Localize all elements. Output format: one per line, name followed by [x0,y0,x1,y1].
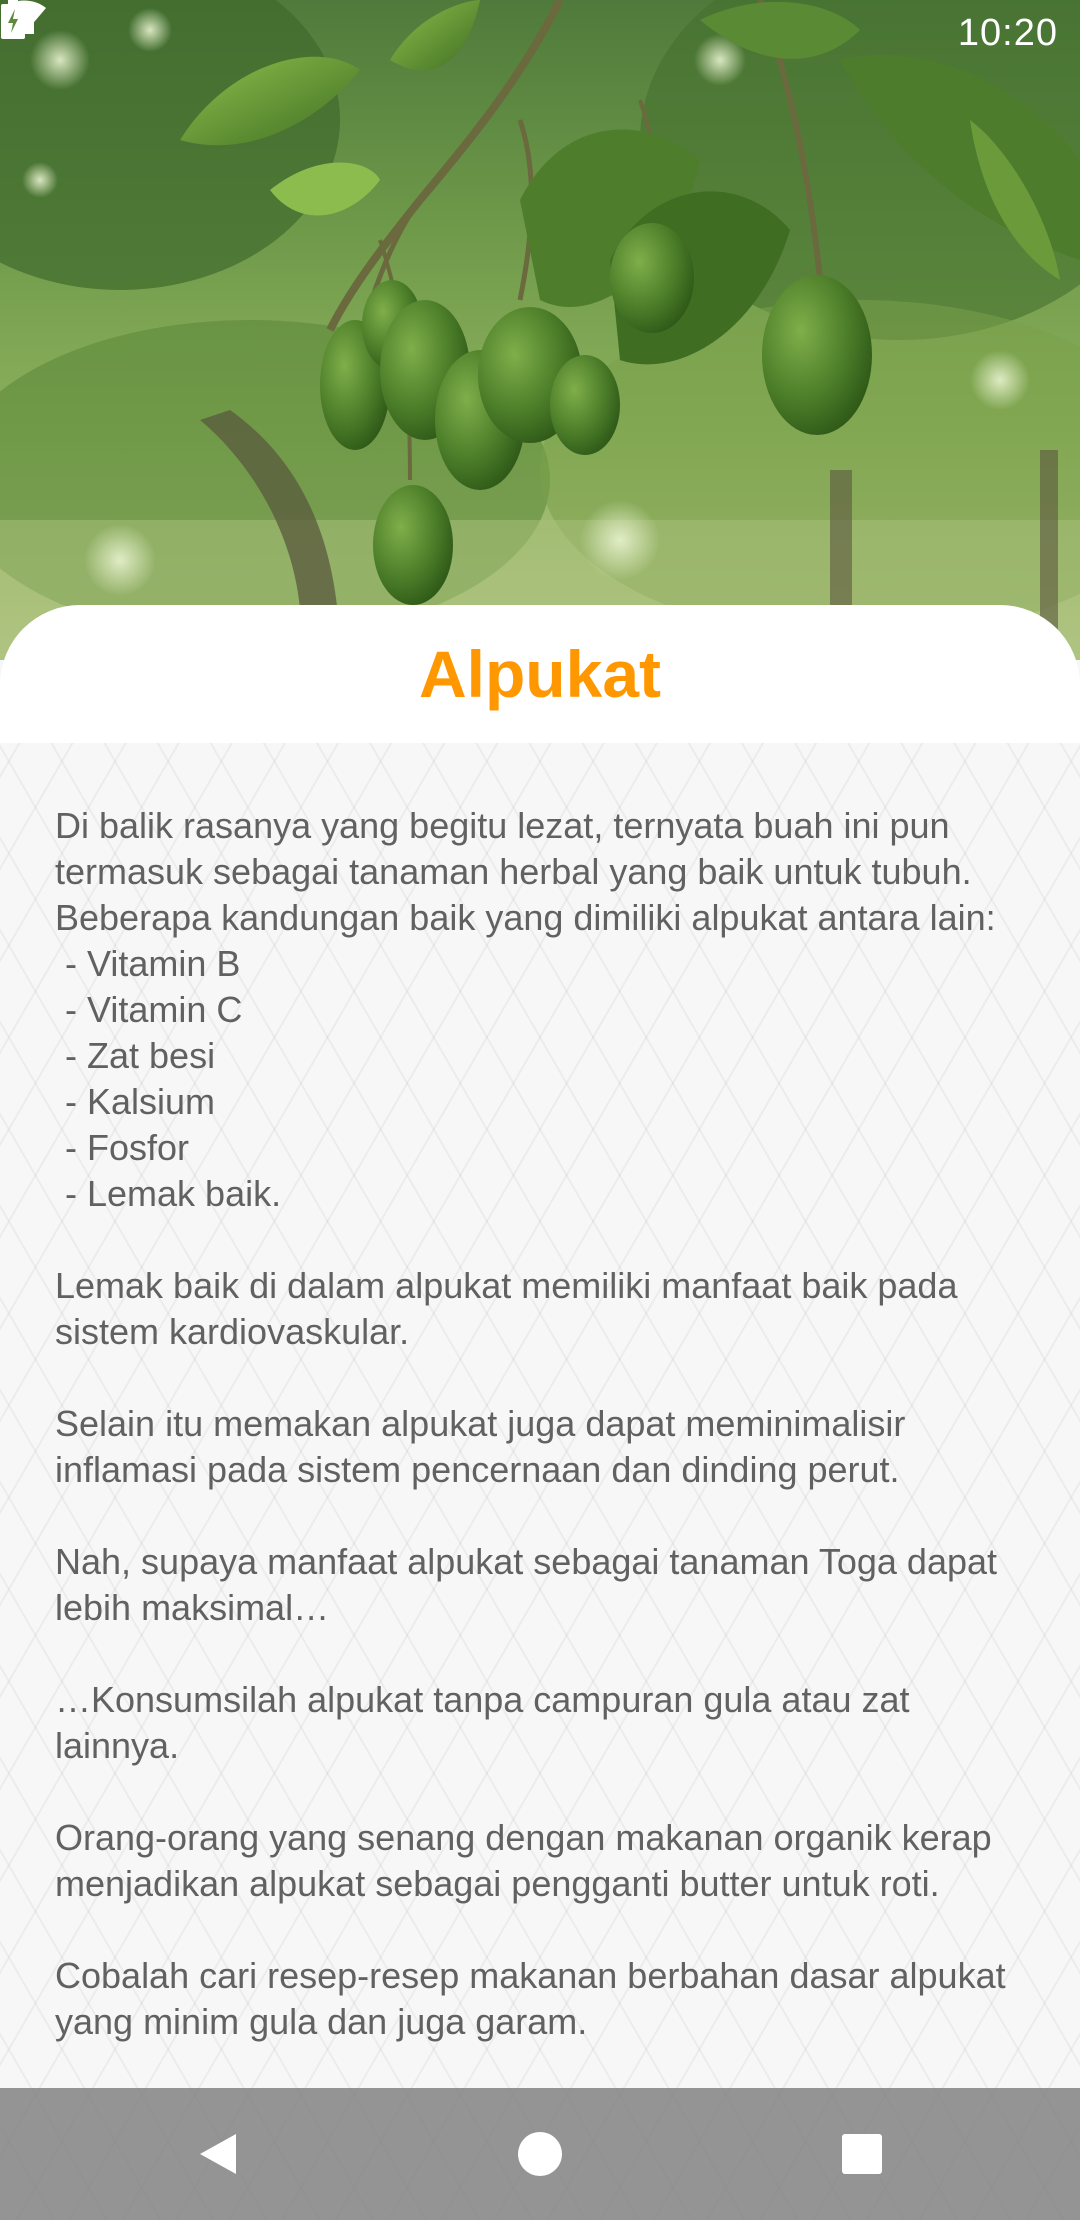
recents-icon [842,2134,882,2174]
recents-button[interactable] [796,2088,928,2220]
back-button[interactable] [152,2088,284,2220]
home-button[interactable] [474,2088,606,2220]
status-bar: 10:20 [0,0,1080,66]
back-icon [200,2134,236,2174]
screen: 10:20 Alpukat Di balik rasanya yang begi… [0,0,1080,2220]
status-time: 10:20 [957,11,1058,54]
avocado-tree-photo: 10:20 [0,0,1080,660]
system-nav-bar [0,2088,1080,2220]
page-title: Alpukat [418,637,662,711]
article-container[interactable]: Di balik rasanya yang begitu lezat, tern… [0,743,1080,2220]
article-text: Di balik rasanya yang begitu lezat, tern… [55,805,1006,2042]
title-card: Alpukat [0,605,1080,743]
home-icon [518,2132,562,2176]
